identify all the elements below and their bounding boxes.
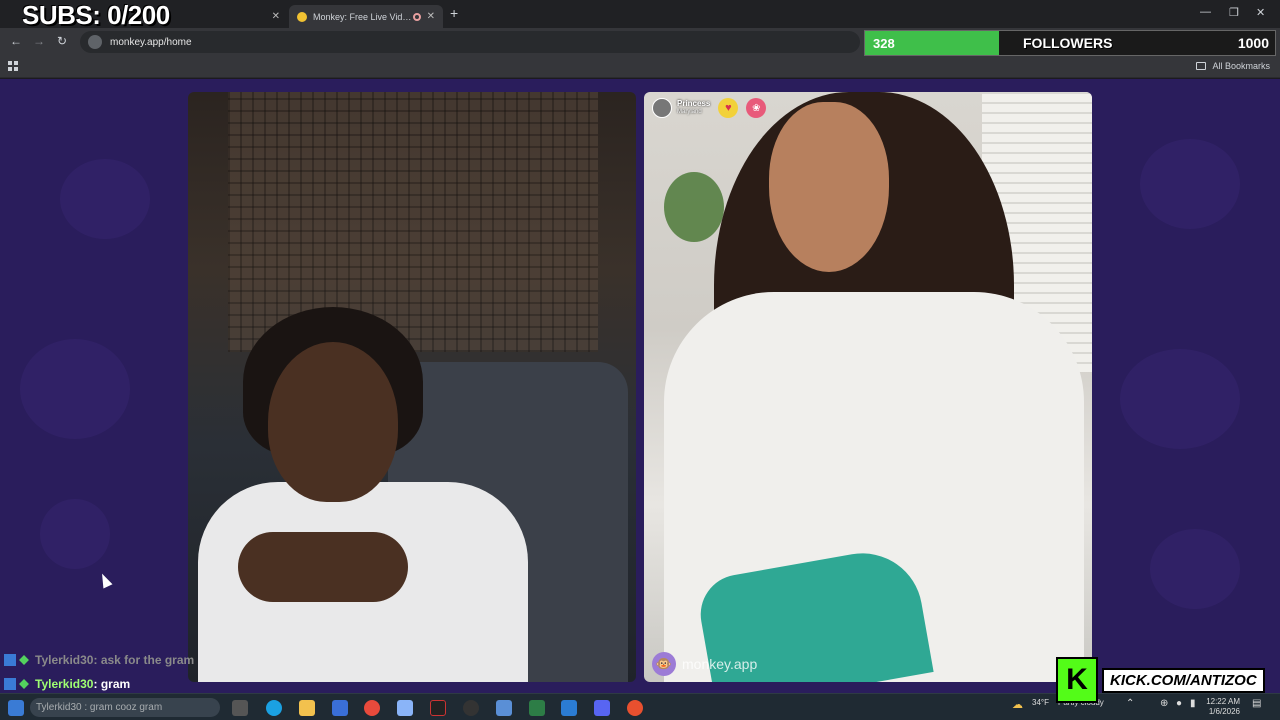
weather-icon: ☁: [1012, 699, 1023, 711]
partner-avatar[interactable]: [652, 98, 672, 118]
taskbar-search[interactable]: Tylerkid30 : gram cooz gram: [30, 698, 220, 717]
gift-icon[interactable]: ❀: [746, 98, 767, 118]
partner-face: [769, 102, 889, 272]
recording-icon: [412, 12, 421, 21]
background-blob: [40, 499, 110, 569]
bookmarks-bar: All Bookmarks: [0, 56, 1280, 78]
capcut-icon[interactable]: [430, 700, 446, 716]
partner-location: Maryland: [677, 109, 702, 115]
browser-tab-active[interactable]: Monkey: Free Live Video C ✕: [289, 5, 443, 28]
room-divider: [228, 92, 598, 352]
all-bookmarks-label: All Bookmarks: [1212, 61, 1270, 71]
heart-icon[interactable]: ♥: [718, 98, 739, 118]
reload-icon[interactable]: ↻: [57, 34, 67, 48]
platform-icon: [4, 654, 16, 666]
self-video-feed: [188, 92, 636, 682]
kick-handle-overlay: K KICK.COM/ANTIZOC: [1056, 656, 1278, 704]
chat-message: Tylerkid30 : gram: [4, 677, 130, 691]
chat-text: : gram: [93, 677, 131, 691]
folder-icon: [1196, 62, 1207, 70]
platform-icon: [4, 678, 16, 690]
chat-username: Tylerkid30: [35, 677, 94, 691]
followers-label: FOLLOWERS: [1023, 35, 1113, 51]
close-window-icon[interactable]: ✕: [1256, 6, 1265, 19]
app-icon[interactable]: [529, 700, 545, 716]
badge-icon: [19, 679, 29, 689]
monkey-logo-icon: 🐵: [652, 652, 676, 676]
4k-icon[interactable]: [463, 700, 479, 716]
close-tab-icon[interactable]: ✕: [427, 11, 435, 22]
chat-text: : ask for the gram: [93, 653, 195, 667]
followers-goal-bar: 328 FOLLOWERS 1000: [864, 30, 1276, 56]
maximize-icon[interactable]: ❐: [1229, 6, 1239, 19]
monkey-page: Princess Maryland ♥ ❀ 🐵 monkey.app: [0, 79, 1280, 693]
taskbar-search-text: Tylerkid30 : gram cooz gram: [36, 702, 163, 713]
plant: [664, 172, 724, 242]
subs-goal-counter: SUBS: 0/200: [22, 0, 170, 30]
site-info-icon[interactable]: [88, 35, 102, 49]
chat-username: Tylerkid30: [35, 653, 94, 667]
address-bar[interactable]: monkey.app/home: [80, 31, 860, 53]
followers-current: 328: [873, 35, 895, 51]
forward-icon[interactable]: →: [33, 34, 45, 48]
clock-date: 1/6/2026: [1208, 707, 1240, 716]
badge-icon: [19, 655, 29, 665]
store-icon[interactable]: [332, 700, 348, 716]
task-view-icon[interactable]: [232, 700, 248, 716]
app-icon[interactable]: [496, 700, 512, 716]
monkey-favicon-icon: [297, 11, 307, 22]
background-blob: [1150, 529, 1240, 609]
url-text: monkey.app/home: [110, 36, 192, 48]
monkey-watermark: 🐵 monkey.app: [652, 652, 757, 676]
kick-handle-text: KICK.COM/ANTIZOC: [1102, 667, 1265, 693]
back-icon[interactable]: ←: [10, 34, 22, 48]
file-explorer-icon[interactable]: [299, 700, 315, 716]
background-blob: [60, 159, 150, 239]
partner-info-bar: Princess Maryland ♥ ❀: [652, 98, 767, 118]
streamer-face: [268, 342, 398, 502]
partner-details: Princess Maryland: [677, 99, 710, 117]
tab-title: Monkey: Free Live Video C: [313, 11, 413, 22]
outlook-icon[interactable]: [561, 700, 577, 716]
all-bookmarks-button[interactable]: All Bookmarks: [1196, 61, 1270, 71]
edge-icon[interactable]: [266, 700, 282, 716]
discord-icon[interactable]: [594, 700, 610, 716]
apps-grid-icon[interactable]: [8, 61, 18, 71]
minimize-icon[interactable]: —: [1200, 6, 1211, 18]
background-blob: [1140, 139, 1240, 229]
close-tab-icon[interactable]: ✕: [272, 11, 280, 22]
streamer-hands: [238, 532, 408, 602]
partner-name: Princess: [677, 99, 711, 108]
chat-message: Tylerkid30 : ask for the gram: [4, 653, 194, 667]
new-tab-icon[interactable]: +: [450, 5, 458, 21]
chrome-icon[interactable]: [364, 700, 380, 716]
copilot-icon[interactable]: [397, 700, 413, 716]
start-icon[interactable]: [8, 700, 24, 716]
partner-video-feed: Princess Maryland ♥ ❀ 🐵 monkey.app: [644, 92, 1092, 682]
browser-title-bar: ✕ Monkey: Free Live Video C ✕ + — ❐ ✕: [0, 0, 1280, 28]
kick-logo-icon: K: [1056, 657, 1098, 703]
followers-goal: 1000: [1237, 35, 1269, 51]
firefox-icon[interactable]: [627, 700, 643, 716]
watermark-text: monkey.app: [682, 656, 758, 672]
weather-temp: 34°F: [1032, 698, 1049, 707]
background-blob: [20, 339, 130, 439]
background-blob: [1120, 349, 1240, 449]
